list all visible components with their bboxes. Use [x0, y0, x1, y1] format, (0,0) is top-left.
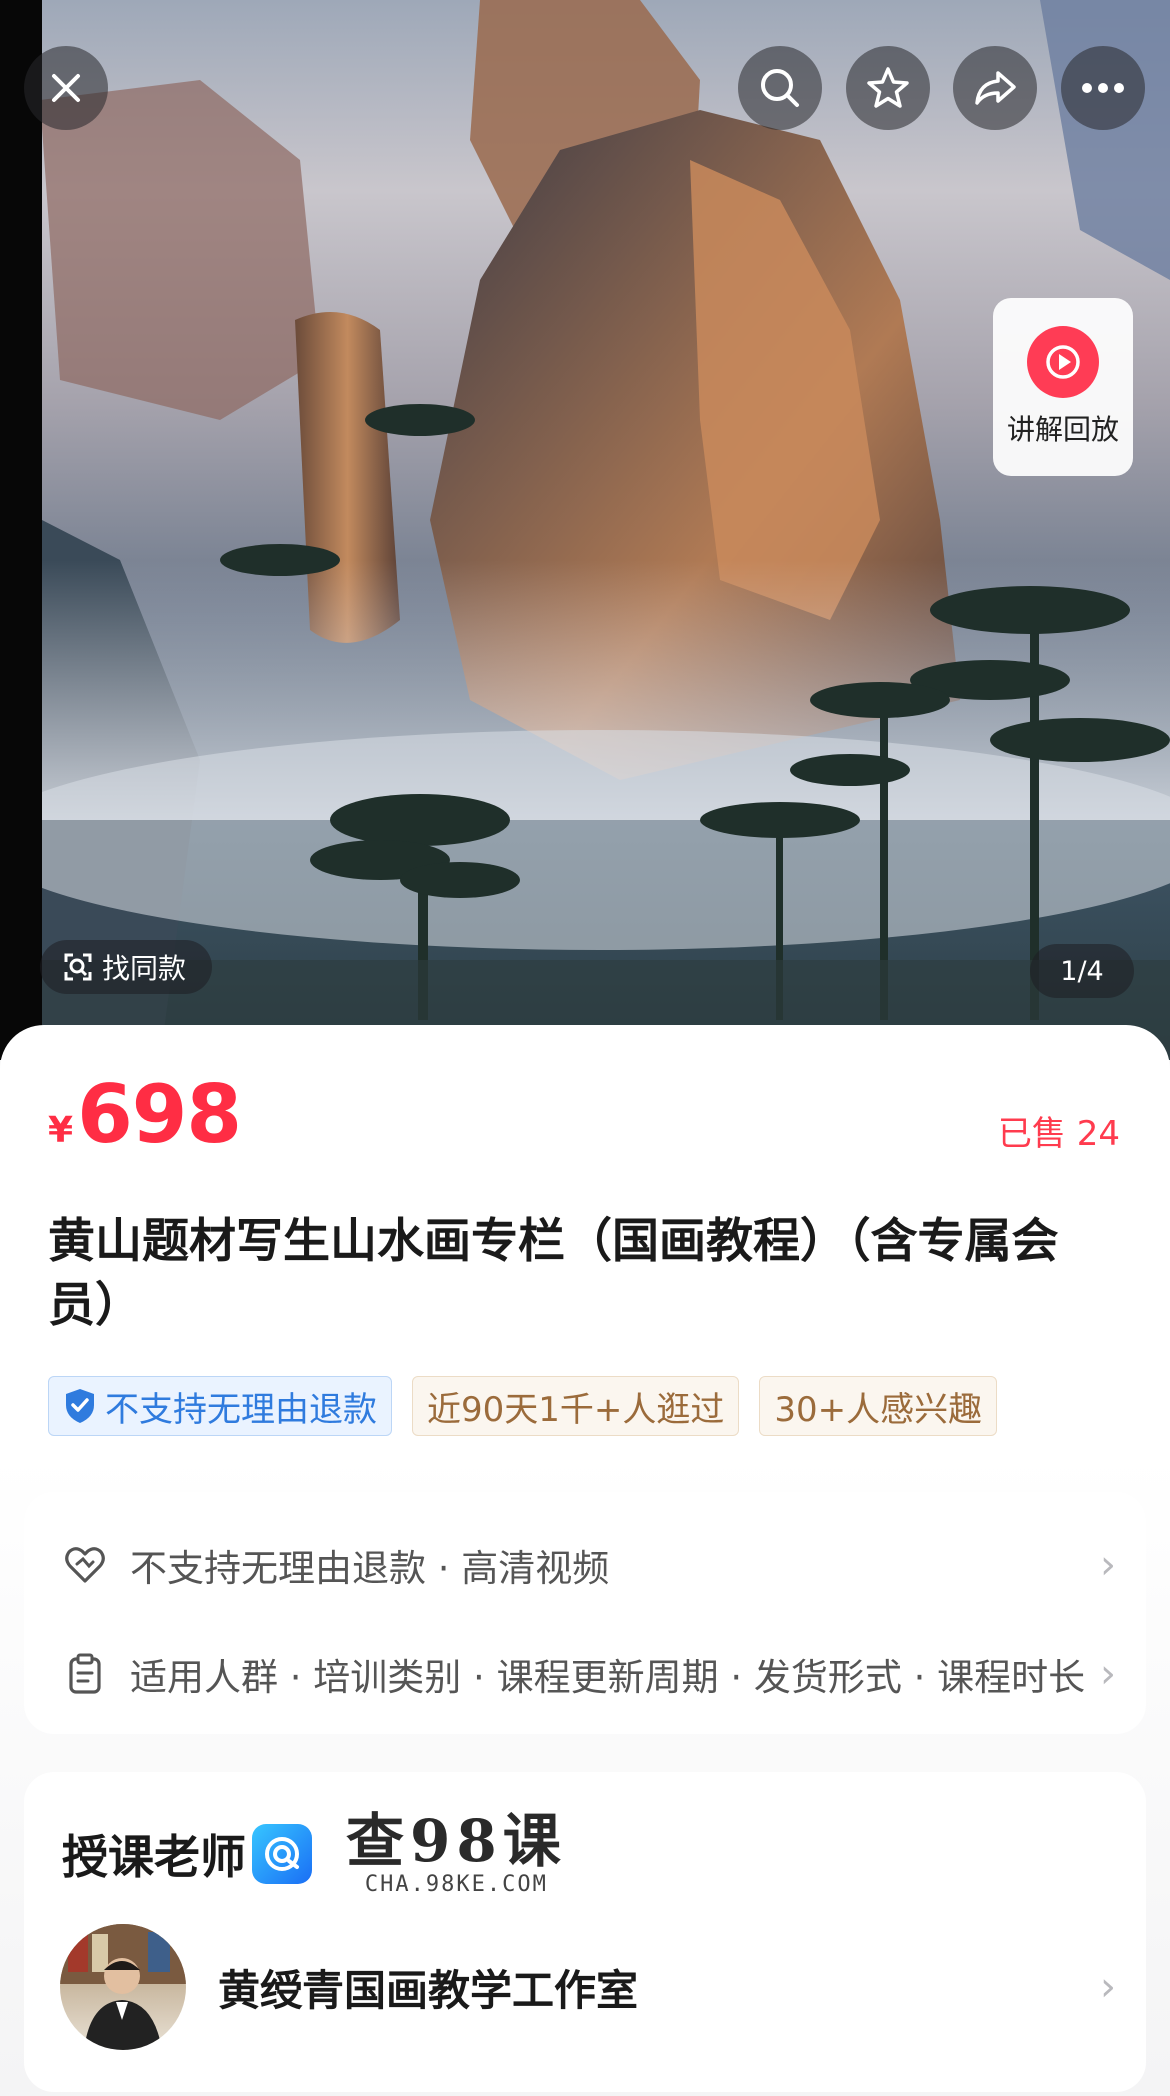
platform-logo-icon — [252, 1823, 312, 1884]
star-icon — [867, 67, 909, 108]
find-same-button[interactable]: 找同款 — [40, 940, 213, 994]
service-info-card: 不支持无理由退款 · 高清视频 › 适用人群 · 培训类别 · 课程更新周期 ·… — [24, 1492, 1146, 1734]
search-button[interactable] — [738, 46, 822, 130]
service-row[interactable]: 不支持无理由退款 · 高清视频 › — [62, 1530, 1116, 1600]
clipboard-icon — [69, 1653, 101, 1694]
product-title: 黄山题材写生山水画专栏（国画教程）（含专属会员） — [48, 1214, 1059, 1333]
share-icon — [975, 71, 1016, 105]
price: ¥ 698 — [48, 1068, 242, 1161]
refund-policy-tag[interactable]: 不支持无理由退款 — [48, 1376, 392, 1436]
favorite-button[interactable] — [846, 46, 930, 130]
close-button[interactable] — [24, 46, 108, 130]
refund-policy-label: 不支持无理由退款 — [105, 1389, 377, 1430]
watermark-title: 查98课 — [346, 1807, 567, 1875]
close-icon — [52, 74, 80, 102]
service-row-text: 不支持无理由退款 · 高清视频 — [130, 1547, 610, 1590]
watermark-logo: 查98课 CHA.98KE.COM — [346, 1810, 567, 1897]
replay-button[interactable]: 讲解回放 — [993, 298, 1133, 476]
image-edge-bar — [0, 0, 42, 1060]
sold-count: 已售 24 — [997, 1114, 1120, 1154]
parameters-row-text: 适用人群 · 培训类别 · 课程更新周期 · 发货形式 · 课程时长 — [130, 1656, 1086, 1699]
more-icon — [1082, 83, 1124, 93]
currency-symbol: ¥ — [48, 1110, 74, 1151]
product-image[interactable]: 讲解回放 找同款 1/4 — [0, 0, 1170, 1060]
scan-icon — [64, 953, 92, 981]
teacher-header: 授课老师 查98课 CHA.98KE.COM — [62, 1810, 567, 1897]
teacher-heading: 授课老师 — [62, 1829, 246, 1884]
more-button[interactable] — [1061, 46, 1145, 130]
chevron-right-icon: › — [1100, 1964, 1116, 2010]
chevron-right-icon: › — [1100, 1651, 1116, 1697]
image-pager: 1/4 — [1030, 944, 1134, 998]
teacher-card: 授课老师 查98课 CHA.98KE.COM 黄绶青国画教学工作室 › — [24, 1772, 1146, 2092]
find-same-label: 找同款 — [102, 952, 187, 985]
visits-tag: 近90天1千+人逛过 — [412, 1376, 740, 1436]
interest-tag: 30+人感兴趣 — [759, 1376, 998, 1436]
parameters-row[interactable]: 适用人群 · 培训类别 · 课程更新周期 · 发货形式 · 课程时长 › — [62, 1639, 1116, 1709]
replay-label: 讲解回放 — [1006, 413, 1119, 446]
teacher-row[interactable]: 黄绶青国画教学工作室 › — [60, 1924, 1116, 2050]
play-icon — [1027, 326, 1099, 398]
price-value: 698 — [77, 1068, 242, 1161]
chevron-right-icon: › — [1100, 1542, 1116, 1588]
watermark-url: CHA.98KE.COM — [364, 1872, 548, 1897]
landscape-painting — [0, 0, 1170, 1060]
search-icon — [761, 69, 799, 107]
shield-icon — [66, 1389, 94, 1423]
teacher-name: 黄绶青国画教学工作室 — [218, 1965, 639, 2015]
share-button[interactable] — [953, 46, 1037, 130]
tag-list: 不支持无理由退款 近90天1千+人逛过 30+人感兴趣 — [48, 1376, 998, 1436]
avatar[interactable] — [60, 1924, 186, 2050]
heart-icon — [65, 1547, 105, 1583]
